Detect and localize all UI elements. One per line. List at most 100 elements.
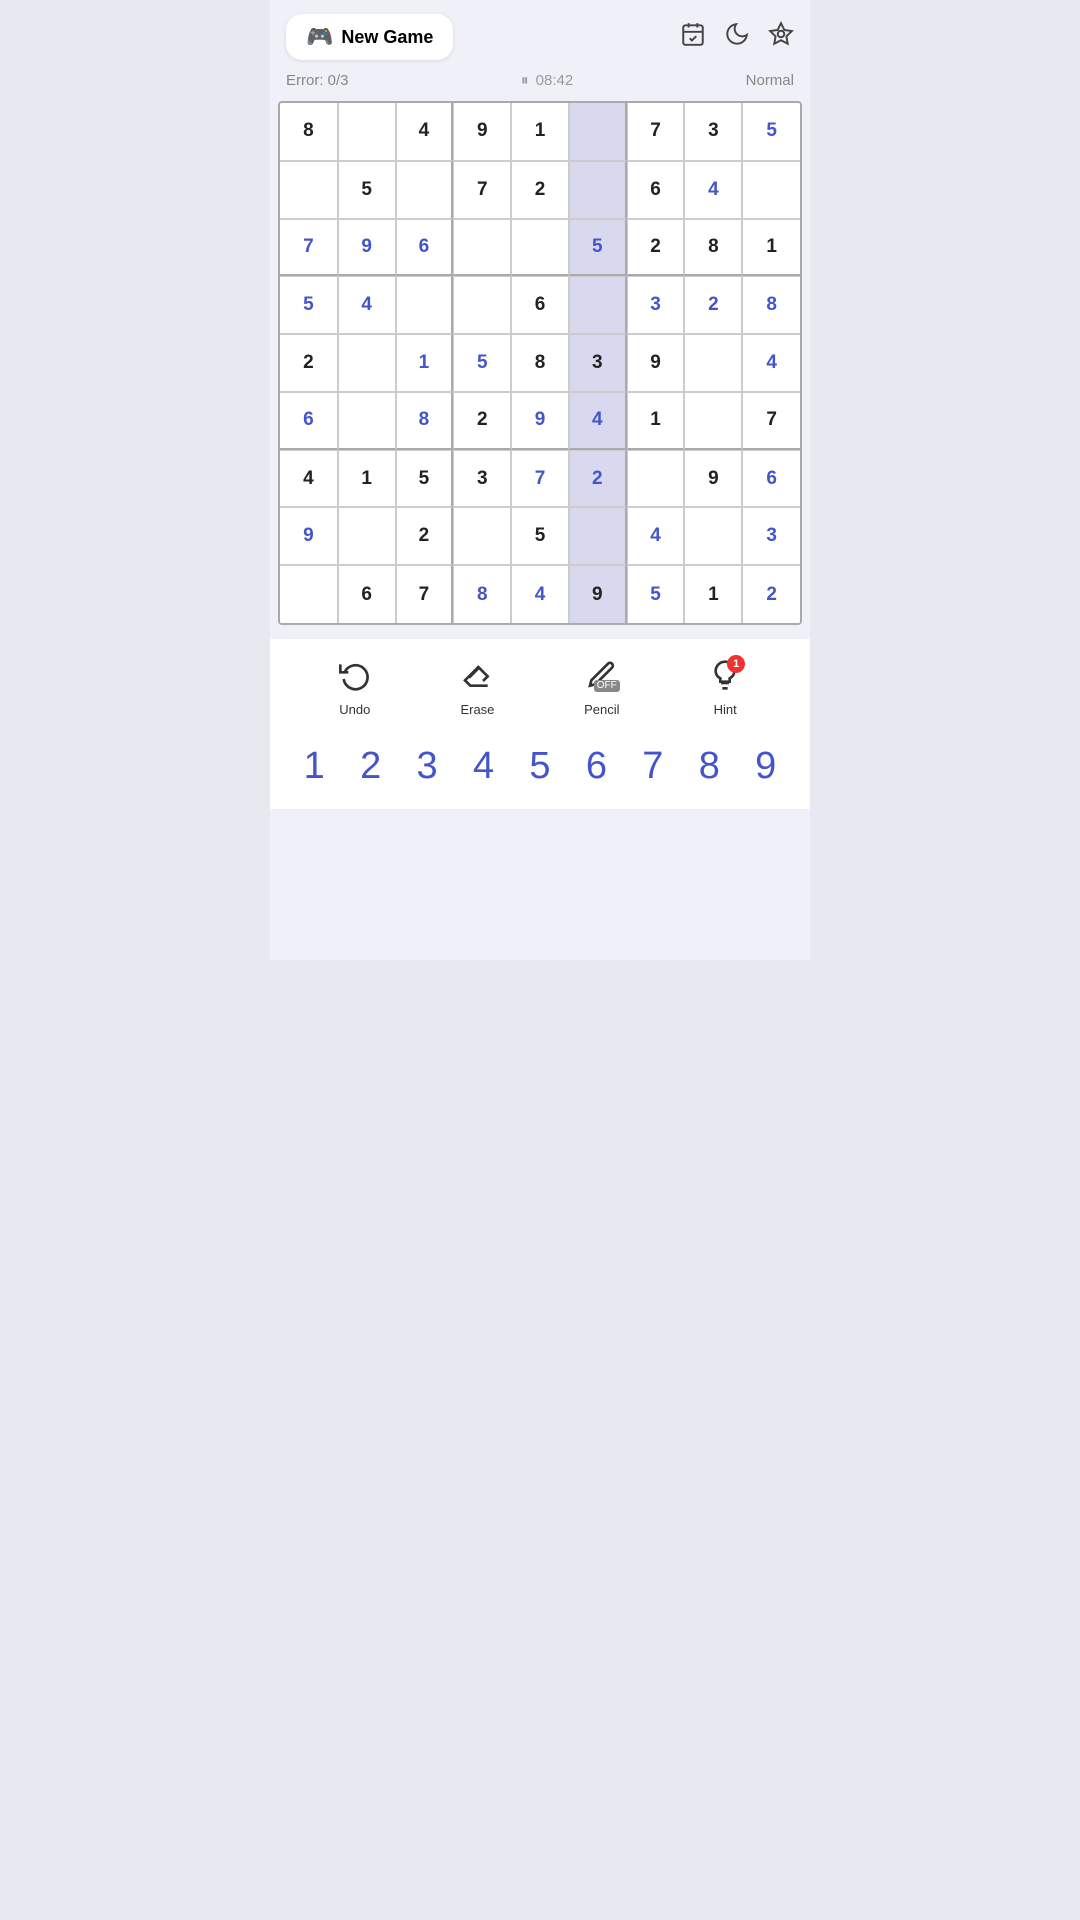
cell[interactable] — [569, 103, 627, 161]
new-game-button[interactable]: 🎮 New Game — [286, 14, 453, 60]
cell[interactable]: 2 — [742, 565, 800, 623]
undo-button[interactable]: Undo — [339, 659, 371, 717]
cell[interactable]: 4 — [742, 334, 800, 392]
cell[interactable]: 8 — [684, 219, 742, 277]
cell[interactable]: 1 — [511, 103, 569, 161]
cell[interactable]: 3 — [684, 103, 742, 161]
cell[interactable]: 9 — [684, 450, 742, 508]
cell[interactable]: 1 — [742, 219, 800, 277]
cell[interactable]: 7 — [511, 450, 569, 508]
cell[interactable]: 8 — [280, 103, 338, 161]
cell[interactable]: 3 — [569, 334, 627, 392]
cell[interactable]: 9 — [627, 334, 685, 392]
number-button-8[interactable]: 8 — [693, 743, 726, 789]
cell[interactable]: 3 — [627, 276, 685, 334]
cell[interactable]: 4 — [338, 276, 396, 334]
cell[interactable]: 6 — [280, 392, 338, 450]
number-button-7[interactable]: 7 — [636, 743, 669, 789]
cell[interactable]: 9 — [511, 392, 569, 450]
cell[interactable]: 2 — [396, 507, 454, 565]
cell[interactable]: 2 — [569, 450, 627, 508]
cell[interactable] — [569, 161, 627, 219]
cell[interactable]: 5 — [453, 334, 511, 392]
cell[interactable]: 4 — [511, 565, 569, 623]
cell[interactable]: 5 — [280, 276, 338, 334]
moon-icon[interactable] — [724, 21, 750, 54]
cell[interactable] — [338, 392, 396, 450]
cell[interactable]: 4 — [569, 392, 627, 450]
cell[interactable] — [280, 161, 338, 219]
cell[interactable]: 5 — [511, 507, 569, 565]
cell[interactable]: 1 — [396, 334, 454, 392]
cell[interactable]: 6 — [338, 565, 396, 623]
cell[interactable]: 9 — [453, 103, 511, 161]
cell[interactable] — [453, 219, 511, 277]
cell[interactable]: 7 — [742, 392, 800, 450]
pencil-button[interactable]: OFF Pencil — [584, 659, 619, 717]
cell[interactable] — [684, 507, 742, 565]
cell[interactable] — [338, 103, 396, 161]
cell[interactable]: 1 — [627, 392, 685, 450]
cell[interactable]: 5 — [569, 219, 627, 277]
cell[interactable]: 1 — [684, 565, 742, 623]
number-button-9[interactable]: 9 — [749, 743, 782, 789]
cell[interactable] — [453, 276, 511, 334]
pause-icon[interactable]: ⏸ — [521, 72, 529, 89]
cell[interactable]: 7 — [280, 219, 338, 277]
cell[interactable]: 2 — [627, 219, 685, 277]
cell[interactable] — [684, 334, 742, 392]
cell[interactable] — [338, 507, 396, 565]
cell[interactable]: 2 — [511, 161, 569, 219]
cell[interactable]: 8 — [742, 276, 800, 334]
cell[interactable]: 5 — [742, 103, 800, 161]
calendar-check-icon[interactable] — [680, 21, 706, 54]
cell[interactable] — [569, 276, 627, 334]
cell[interactable]: 6 — [511, 276, 569, 334]
cell[interactable] — [453, 507, 511, 565]
erase-button[interactable]: Erase — [460, 659, 494, 717]
cell[interactable]: 3 — [742, 507, 800, 565]
cell[interactable] — [684, 392, 742, 450]
cell[interactable]: 4 — [396, 103, 454, 161]
cell[interactable]: 5 — [627, 565, 685, 623]
cell[interactable]: 3 — [453, 450, 511, 508]
cell[interactable]: 5 — [396, 450, 454, 508]
cell[interactable] — [338, 334, 396, 392]
cell[interactable]: 9 — [280, 507, 338, 565]
cell[interactable]: 8 — [511, 334, 569, 392]
cell[interactable]: 2 — [280, 334, 338, 392]
cell[interactable] — [280, 565, 338, 623]
cell[interactable] — [742, 161, 800, 219]
cell[interactable]: 7 — [396, 565, 454, 623]
cell[interactable]: 5 — [338, 161, 396, 219]
cell[interactable] — [627, 450, 685, 508]
hint-button[interactable]: 1 Hint — [709, 659, 741, 717]
number-button-2[interactable]: 2 — [354, 743, 387, 789]
cell[interactable]: 4 — [684, 161, 742, 219]
cell[interactable]: 2 — [453, 392, 511, 450]
number-button-4[interactable]: 4 — [467, 743, 500, 789]
cell[interactable]: 4 — [627, 507, 685, 565]
cell[interactable]: 8 — [453, 565, 511, 623]
cell[interactable] — [396, 276, 454, 334]
cell[interactable]: 6 — [396, 219, 454, 277]
cell[interactable]: 7 — [453, 161, 511, 219]
cell[interactable] — [569, 507, 627, 565]
cell[interactable]: 7 — [627, 103, 685, 161]
number-button-1[interactable]: 1 — [298, 743, 331, 789]
gear-icon[interactable] — [768, 21, 794, 54]
cell[interactable]: 8 — [396, 392, 454, 450]
cell[interactable]: 2 — [684, 276, 742, 334]
number-button-6[interactable]: 6 — [580, 743, 613, 789]
cell[interactable]: 9 — [338, 219, 396, 277]
number-button-5[interactable]: 5 — [523, 743, 556, 789]
cell[interactable]: 6 — [627, 161, 685, 219]
number-button-3[interactable]: 3 — [411, 743, 444, 789]
cell[interactable]: 1 — [338, 450, 396, 508]
cell[interactable] — [511, 219, 569, 277]
cell[interactable] — [396, 161, 454, 219]
cell[interactable]: 6 — [742, 450, 800, 508]
erase-icon — [461, 659, 493, 696]
cell[interactable]: 4 — [280, 450, 338, 508]
cell[interactable]: 9 — [569, 565, 627, 623]
